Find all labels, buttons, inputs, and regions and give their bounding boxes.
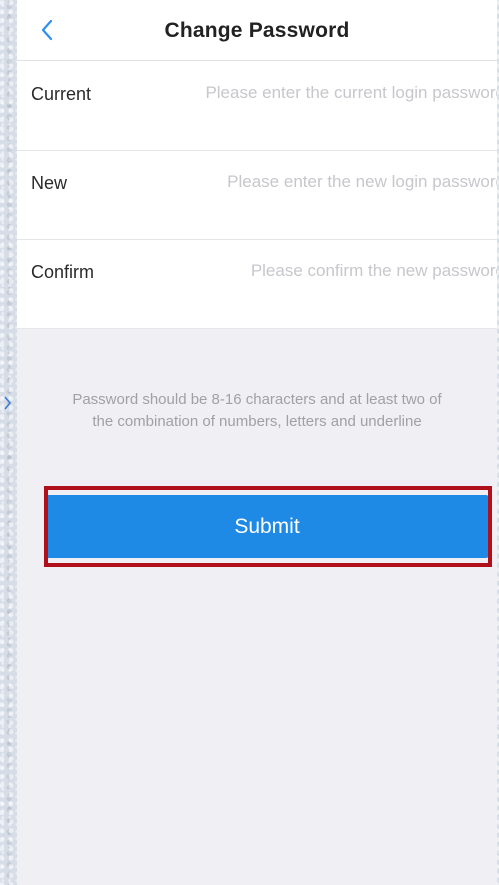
new-password-input[interactable]: [185, 167, 497, 197]
hint-line-2: the combination of numbers, letters and …: [92, 413, 422, 430]
arrow-right-icon: [3, 394, 13, 412]
password-rules-hint: Password should be 8-16 characters and a…: [17, 389, 497, 433]
current-password-label: Current: [31, 84, 92, 104]
phone-screen: Change Password Current New Confirm Pass…: [17, 0, 497, 885]
new-password-row: New: [17, 150, 497, 240]
navigation-bar: Change Password: [17, 0, 497, 61]
confirm-password-label: Confirm: [31, 262, 95, 282]
hint-line-1: Password should be 8-16 characters and a…: [72, 391, 442, 408]
submit-button[interactable]: Submit: [45, 495, 489, 558]
current-password-input[interactable]: [175, 78, 497, 108]
confirm-password-input[interactable]: [205, 256, 497, 286]
new-password-label: New: [31, 173, 68, 193]
page-title: Change Password: [164, 19, 350, 42]
current-password-row: Current: [17, 61, 497, 151]
password-form: Current New Confirm: [17, 61, 497, 329]
confirm-password-row: Confirm: [17, 239, 497, 329]
